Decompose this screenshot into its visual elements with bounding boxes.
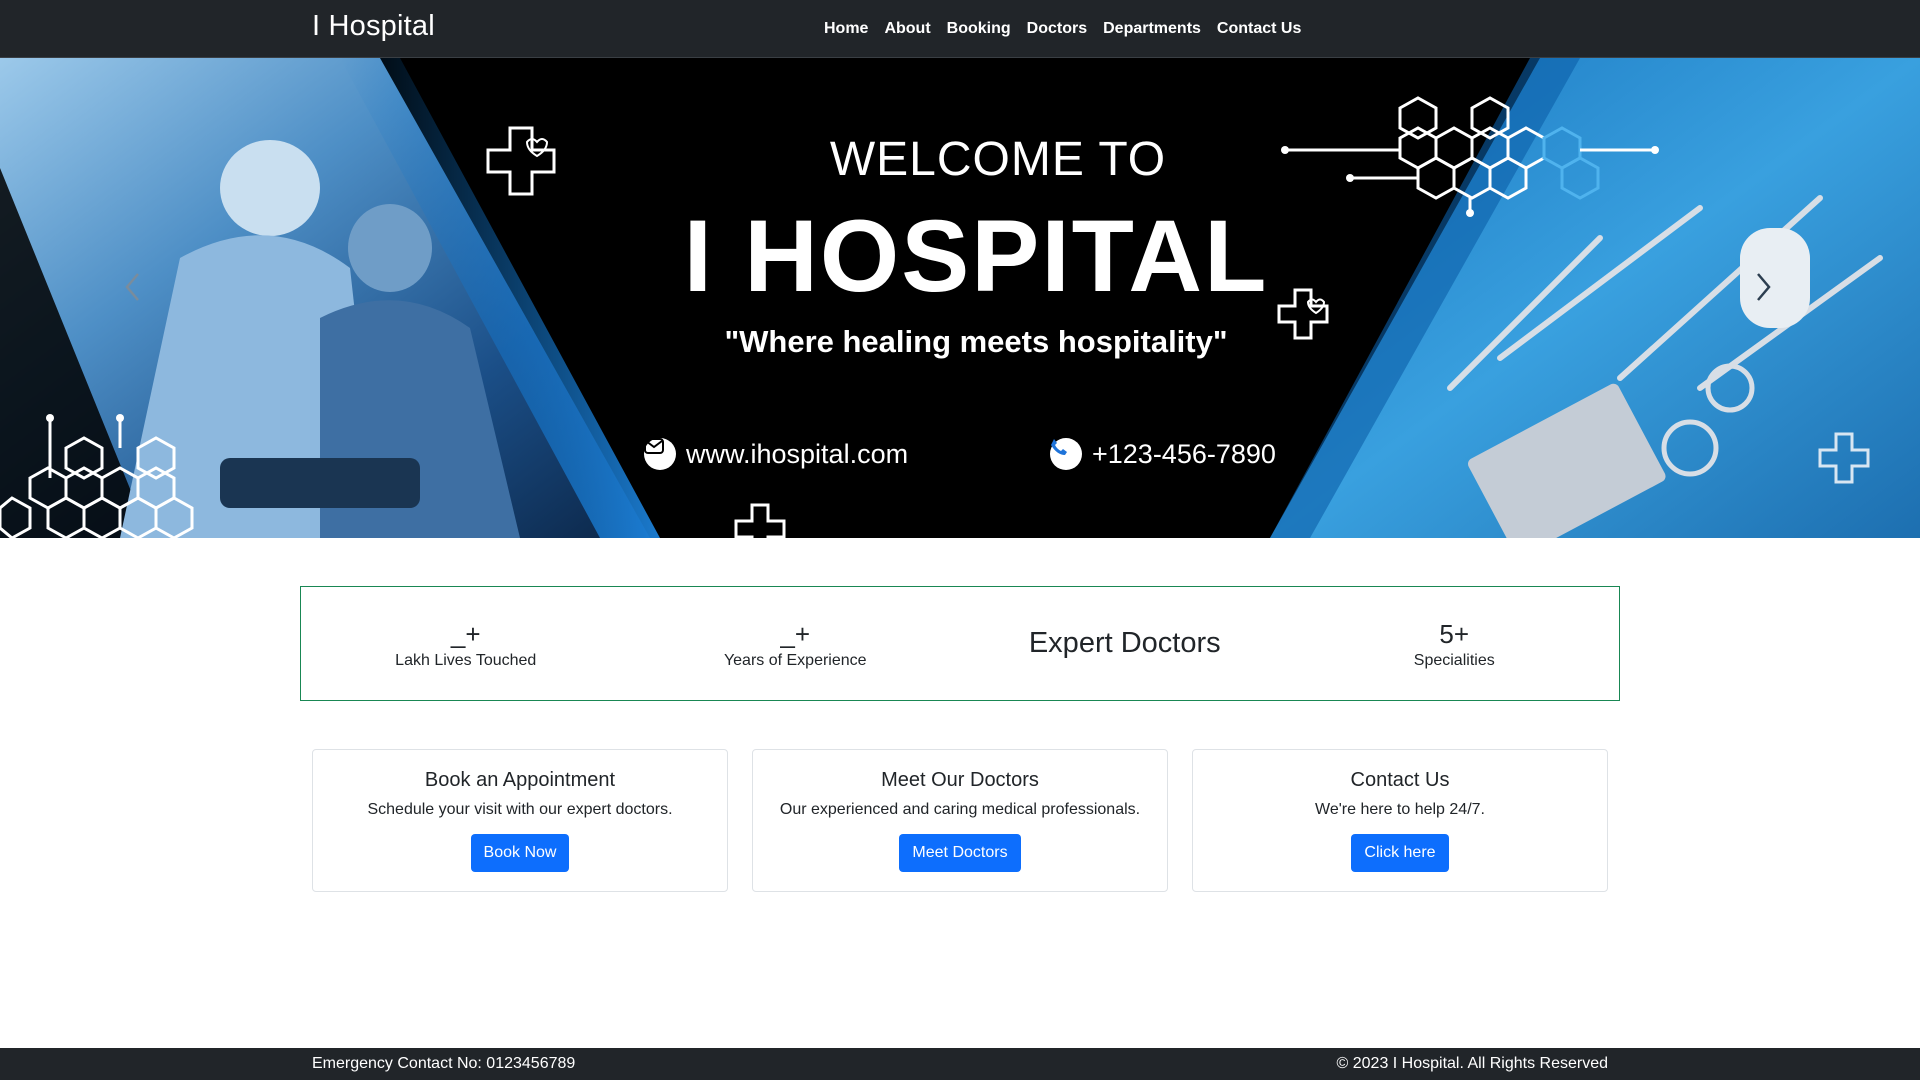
stats-panel: _+ Lakh Lives Touched _+ Years of Experi…: [300, 586, 1620, 701]
stat-lives: _+ Lakh Lives Touched: [301, 587, 631, 700]
chevron-left-icon: [125, 273, 139, 301]
top-navbar: I Hospital Home About Booking Doctors De…: [0, 0, 1920, 58]
stat-experience: _+ Years of Experience: [631, 587, 961, 700]
card-title: Contact Us: [1350, 769, 1450, 791]
footer-copyright: © 2023 I Hospital. All Rights Reserved: [1336, 1055, 1608, 1072]
card-book-appointment: Book an Appointment Schedule your visit …: [312, 749, 728, 892]
stat-label: Specialities: [1413, 651, 1495, 669]
card-text: We're here to help 24/7.: [1315, 801, 1485, 818]
nav-departments[interactable]: Departments: [1103, 18, 1201, 40]
stat-specialities: 5+ Specialities: [1290, 587, 1620, 700]
card-meet-doctors: Meet Our Doctors Our experienced and car…: [752, 749, 1168, 892]
footer-emergency-contact: Emergency Contact No: 0123456789: [312, 1055, 576, 1072]
brand-logo[interactable]: I Hospital: [312, 8, 435, 44]
nav-home[interactable]: Home: [824, 18, 868, 40]
card-title: Meet Our Doctors: [881, 769, 1039, 791]
card-contact-us: Contact Us We're here to help 24/7. Clic…: [1192, 749, 1608, 892]
stat-value: _+: [450, 618, 481, 649]
hero-carousel: WELCOME TO I HOSPITAL "Where healing mee…: [0, 58, 1920, 538]
stat-label: Years of Experience: [723, 651, 867, 669]
stat-value: Expert Doctors: [1028, 627, 1221, 659]
carousel-next-button[interactable]: [1756, 272, 1796, 332]
card-title: Book an Appointment: [424, 769, 616, 791]
stat-doctors: Expert Doctors: [960, 587, 1290, 700]
nav-booking[interactable]: Booking: [947, 18, 1011, 40]
feature-cards: Book an Appointment Schedule your visit …: [312, 749, 1608, 892]
book-now-button[interactable]: Book Now: [470, 834, 570, 872]
stat-value: 5+: [1439, 618, 1470, 649]
carousel-prev-button[interactable]: [124, 272, 164, 332]
stat-value: _+: [780, 618, 811, 649]
nav-links: Home About Booking Doctors Departments C…: [824, 18, 1301, 40]
footer: Emergency Contact No: 0123456789 © 2023 …: [0, 1048, 1920, 1080]
nav-contact-us[interactable]: Contact Us: [1217, 18, 1301, 40]
nav-about[interactable]: About: [884, 18, 930, 40]
stat-label: Lakh Lives Touched: [395, 651, 537, 669]
meet-doctors-button[interactable]: Meet Doctors: [899, 834, 1021, 872]
nav-doctors[interactable]: Doctors: [1027, 18, 1087, 40]
card-text: Our experienced and caring medical profe…: [779, 801, 1141, 818]
chevron-right-icon: [1757, 273, 1771, 301]
hero-banner-image: [0, 58, 1920, 538]
click-here-button[interactable]: Click here: [1351, 834, 1449, 872]
card-text: Schedule your visit with our expert doct…: [367, 801, 673, 818]
